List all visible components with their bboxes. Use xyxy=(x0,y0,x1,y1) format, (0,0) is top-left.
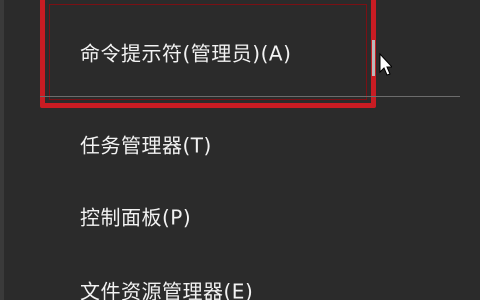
mouse-pointer-arrow-icon xyxy=(372,40,392,76)
context-menu: 命令提示符(管理员)(A) 任务管理器(T) 控制面板(P) 文件资源管理器(E… xyxy=(0,0,480,300)
menu-item-control-panel[interactable]: 控制面板(P) xyxy=(0,194,480,238)
menu-item-command-prompt-admin[interactable]: 命令提示符(管理员)(A) xyxy=(0,30,480,74)
menu-item-task-manager[interactable]: 任务管理器(T) xyxy=(0,122,480,166)
menu-item-file-explorer[interactable]: 文件资源管理器(E) xyxy=(0,268,480,300)
menu-item-label: 文件资源管理器(E) xyxy=(80,279,254,300)
menu-separator xyxy=(40,96,460,97)
menu-item-label: 控制面板(P) xyxy=(80,205,192,230)
menu-item-label: 任务管理器(T) xyxy=(80,133,212,158)
menu-item-label: 命令提示符(管理员)(A) xyxy=(80,41,292,66)
